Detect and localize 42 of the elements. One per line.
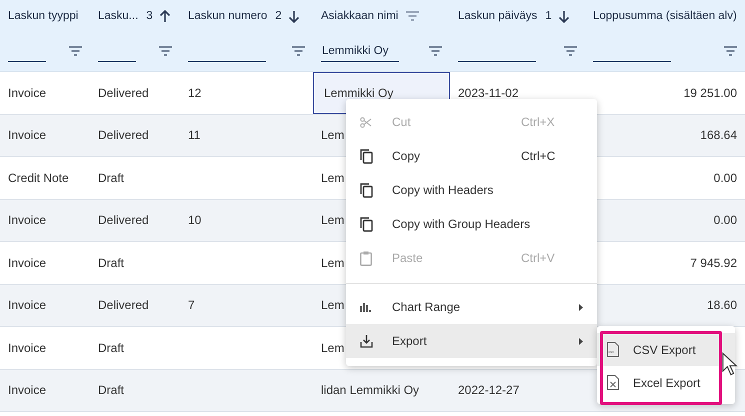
table-cell: Delivered <box>98 128 149 142</box>
table-cell: Draft <box>98 170 124 185</box>
table-cell: Lem <box>321 298 344 312</box>
table-cell: 12 <box>188 86 202 100</box>
table-cell: Delivered <box>98 213 149 228</box>
shortcut-text: Ctrl+X <box>521 115 556 129</box>
table-cell: Lemmikki Oy <box>324 86 394 100</box>
table-cell: 7 945.92 <box>690 256 737 270</box>
table-cell: Invoice <box>8 383 46 398</box>
table-cell: Lem <box>321 170 344 185</box>
table-cell: 11 <box>188 128 200 142</box>
table-cell: 7 <box>188 298 195 312</box>
table-cell: lidan Lemmikki Oy <box>321 383 420 398</box>
table-cell: 2022-12-27 <box>458 383 520 398</box>
table-cell: Invoice <box>8 256 46 270</box>
shortcut-text: Ctrl+C <box>521 149 556 163</box>
table-cell: Delivered <box>98 298 149 312</box>
table-cell: 10 <box>188 213 202 228</box>
sort-rank: 3 <box>146 10 153 22</box>
table-cell: Draft <box>98 256 124 270</box>
shortcut-text: Ctrl+V <box>521 251 556 265</box>
table-cell: Invoice <box>8 298 46 312</box>
table-cell: Lem <box>321 128 344 142</box>
table-cell: Draft <box>98 383 124 398</box>
table-cell: Invoice <box>8 213 46 228</box>
table-cell: 18.60 <box>706 298 737 312</box>
table-cell: Draft <box>98 340 124 355</box>
table-cell: 19 251.00 <box>684 86 737 100</box>
table-cell: 0.00 <box>714 170 737 185</box>
table-cell: Lem <box>321 213 344 228</box>
table-cell: Credit Note <box>8 170 69 185</box>
table-cell: 0.00 <box>714 213 737 228</box>
table-cell: Invoice <box>8 340 46 355</box>
table-cell: Invoice <box>8 128 46 142</box>
table-cell: 2023-11-02 <box>458 86 518 100</box>
table-cell: Lem <box>321 340 344 355</box>
table-cell: Invoice <box>8 86 46 100</box>
sort-rank: 2 <box>275 10 282 22</box>
sort-rank: 1 <box>545 10 552 22</box>
table-cell: 168.64 <box>700 128 737 142</box>
table-cell: Lem <box>321 256 344 270</box>
table-cell: Delivered <box>98 86 149 100</box>
